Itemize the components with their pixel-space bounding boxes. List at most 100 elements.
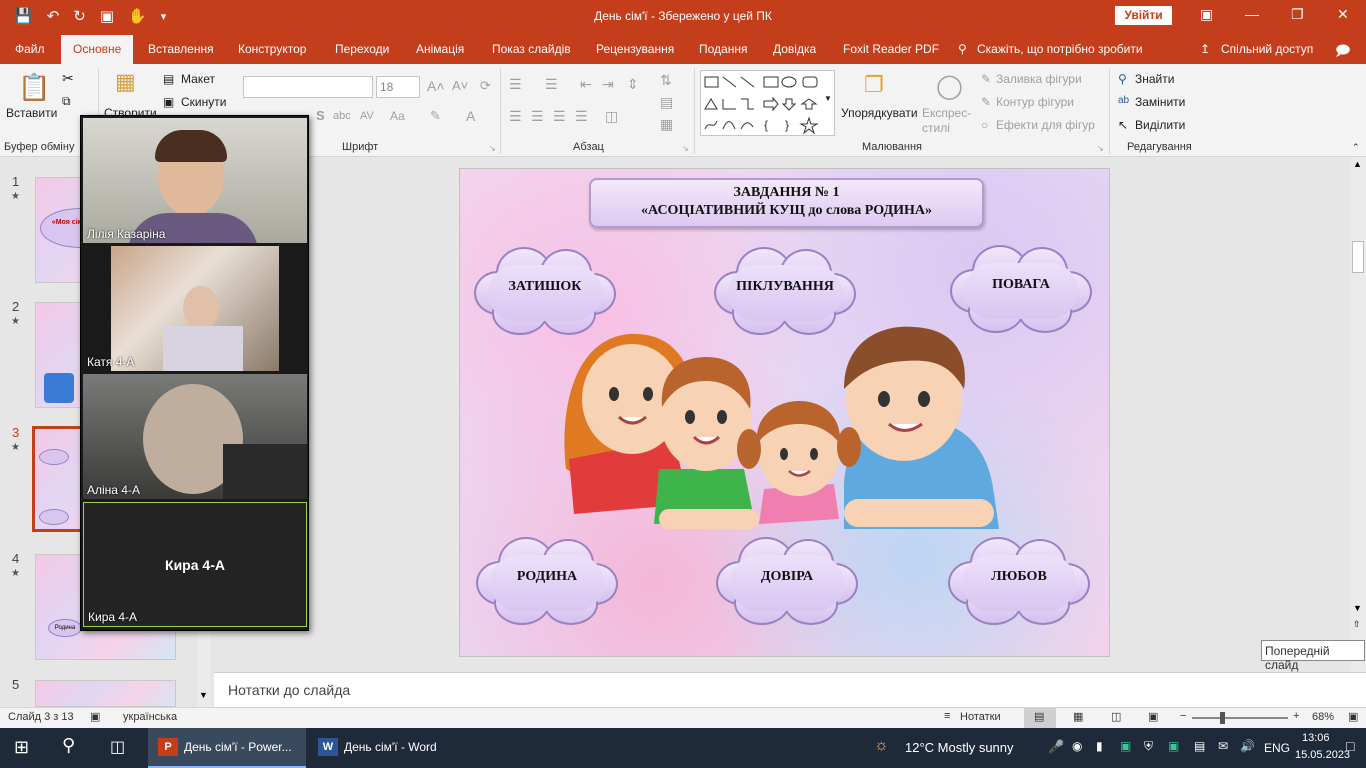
participant-video-active[interactable]: Кира 4-А Кира 4-А xyxy=(83,502,307,627)
cut-icon[interactable]: ✂ xyxy=(62,70,74,87)
previous-slide-icon[interactable]: ⇧ xyxy=(1353,619,1361,630)
scroll-down-icon[interactable]: ▼ xyxy=(1353,603,1362,613)
shapes-gallery[interactable]: {} xyxy=(700,70,835,136)
slide-title-box[interactable]: ЗАВДАННЯ № 1 «АСОЦІАТИВНИЙ КУЩ до слова … xyxy=(589,178,984,228)
share-icon[interactable]: ↥ xyxy=(1200,42,1210,56)
weather-icon[interactable]: ☼ xyxy=(874,737,889,755)
video-participants-panel[interactable]: Лілія Казаріна Катя 4-А Аліна 4-А Кира 4… xyxy=(80,115,309,631)
tab-transitions[interactable]: Переходи xyxy=(335,42,389,56)
zoom-level[interactable]: 68% xyxy=(1312,711,1334,723)
align-right-icon[interactable]: ☰ xyxy=(553,108,566,125)
shrink-font-icon[interactable]: A˅ xyxy=(452,78,468,93)
sign-in-button[interactable]: Увійти xyxy=(1115,6,1172,25)
shape-fill-icon[interactable]: ✎ xyxy=(981,72,991,86)
shape-outline-icon[interactable]: ✎ xyxy=(981,95,991,109)
normal-view-icon[interactable]: ▤ xyxy=(1034,710,1044,723)
slideshow-icon[interactable]: ▣ xyxy=(1148,710,1158,723)
close-icon[interactable]: ✕ xyxy=(1337,6,1349,23)
paragraph-dialog-icon[interactable]: ↘ xyxy=(682,144,689,153)
highlight-icon[interactable]: ✎ xyxy=(430,108,441,124)
weather-text[interactable]: 12°C Mostly sunny xyxy=(905,740,1014,755)
language-indicator[interactable]: українська xyxy=(123,711,177,723)
gallery-more-icon[interactable]: ▼ xyxy=(824,94,832,103)
participant-video[interactable]: Аліна 4-А xyxy=(83,374,307,499)
arrange-icon[interactable]: ❐ xyxy=(864,72,884,98)
notes-pane[interactable]: Нотатки до слайда xyxy=(214,672,1366,707)
spacing-icon[interactable]: AV xyxy=(360,110,374,122)
task-view-icon[interactable]: ◫ xyxy=(110,737,125,757)
search-icon[interactable]: ⚲ xyxy=(62,735,75,756)
align-left-icon[interactable]: ☰ xyxy=(509,108,522,125)
notifications-icon[interactable]: □ xyxy=(1346,738,1354,754)
grow-font-icon[interactable]: A˄ xyxy=(427,78,445,94)
paste-button[interactable]: Вставити xyxy=(6,106,57,120)
reset-icon[interactable]: ▣ xyxy=(163,95,174,109)
numbering-icon[interactable]: ☰ xyxy=(545,76,558,93)
slide-scrollbar[interactable]: ▲ ▼ ⇧ xyxy=(1350,157,1366,672)
input-language[interactable]: ENG xyxy=(1264,741,1290,755)
layout-button[interactable]: Макет xyxy=(181,72,215,86)
bullets-icon[interactable]: ☰ xyxy=(509,76,522,93)
scroll-thumb[interactable] xyxy=(1352,241,1364,273)
collapse-ribbon-icon[interactable]: ⌃ xyxy=(1352,142,1360,153)
tray-app-icon[interactable]: ▣ xyxy=(1120,739,1131,753)
slide-sorter-icon[interactable]: ▦ xyxy=(1073,710,1083,723)
comments-icon[interactable]: 🗩 xyxy=(1335,40,1351,64)
align-text-icon[interactable]: ▤ xyxy=(660,94,673,111)
ribbon-display-icon[interactable]: ▣ xyxy=(1200,6,1213,23)
thumbnail-slide-5[interactable] xyxy=(35,680,176,707)
font-name-input[interactable] xyxy=(243,76,373,98)
tab-help[interactable]: Довідка xyxy=(773,42,816,56)
paste-icon[interactable]: 📋 xyxy=(18,72,50,103)
tab-foxit[interactable]: Foxit Reader PDF xyxy=(843,42,939,56)
cloud-dovira[interactable]: ДОВІРА xyxy=(712,533,862,629)
tab-design[interactable]: Конструктор xyxy=(238,42,306,56)
change-case-icon[interactable]: Aa xyxy=(390,109,405,123)
restore-icon[interactable]: ❐ xyxy=(1291,6,1304,23)
notes-toggle-button[interactable]: Нотатки xyxy=(960,711,1001,723)
layout-icon[interactable]: ▤ xyxy=(163,72,174,86)
zoom-slider-thumb[interactable] xyxy=(1220,712,1225,724)
font-color-icon[interactable]: A xyxy=(466,108,475,124)
tray-app-icon[interactable]: ✉ xyxy=(1218,739,1228,753)
clock-date[interactable]: 15.05.2023 xyxy=(1295,749,1350,761)
zoom-slider[interactable] xyxy=(1192,717,1288,719)
font-size-input[interactable]: 18 xyxy=(376,76,420,98)
taskbar-powerpoint[interactable]: P День сім'ї - Power... xyxy=(148,728,306,768)
increase-indent-icon[interactable]: ⇥ xyxy=(602,76,614,93)
zoom-out-icon[interactable]: − xyxy=(1180,710,1186,722)
smartart-icon[interactable]: ▦ xyxy=(660,116,673,133)
line-spacing-icon[interactable]: ⇕ xyxy=(627,76,639,93)
shape-effects-icon[interactable]: ○ xyxy=(981,118,988,132)
tab-slideshow[interactable]: Показ слайдів xyxy=(492,42,571,56)
align-center-icon[interactable]: ☰ xyxy=(531,108,544,125)
justify-icon[interactable]: ☰ xyxy=(575,108,588,125)
cloud-rodyna[interactable]: РОДИНА xyxy=(472,533,622,629)
replace-button[interactable]: Замінити xyxy=(1135,95,1185,109)
copy-icon[interactable]: ⧉ xyxy=(62,94,71,109)
minimize-icon[interactable]: — xyxy=(1245,6,1259,22)
network-icon[interactable]: ▤ xyxy=(1194,739,1205,753)
windows-start-icon[interactable]: ⊞ xyxy=(14,737,29,758)
tab-file[interactable]: Файл xyxy=(15,42,45,56)
tab-insert[interactable]: Вставлення xyxy=(148,42,214,56)
font-dialog-icon[interactable]: ↘ xyxy=(489,144,496,153)
reset-button[interactable]: Скинути xyxy=(181,95,226,109)
tab-review[interactable]: Рецензування xyxy=(596,42,674,56)
clear-format-icon[interactable]: ⟳ xyxy=(480,78,491,94)
notes-toggle-icon[interactable]: ≡ xyxy=(944,710,950,722)
select-icon[interactable]: ↖ xyxy=(1118,118,1128,132)
shape-effects-button[interactable]: Ефекти для фігур xyxy=(996,118,1095,132)
decrease-indent-icon[interactable]: ⇤ xyxy=(580,76,592,93)
tell-me-icon[interactable]: ⚲ xyxy=(958,42,967,56)
tab-view[interactable]: Подання xyxy=(699,42,747,56)
zoom-in-icon[interactable]: + xyxy=(1293,710,1299,722)
quick-styles-button[interactable]: Експрес-стилі xyxy=(922,106,972,136)
text-direction-icon[interactable]: ⇅ xyxy=(660,72,672,89)
participant-video[interactable]: Катя 4-А xyxy=(83,246,307,371)
drawing-dialog-icon[interactable]: ↘ xyxy=(1097,144,1104,153)
spellcheck-icon[interactable]: ▣ xyxy=(90,710,100,723)
replace-icon[interactable]: ab xyxy=(1118,95,1129,106)
quick-styles-icon[interactable]: ◯ xyxy=(936,72,963,101)
scroll-down-icon[interactable]: ▼ xyxy=(199,690,208,700)
